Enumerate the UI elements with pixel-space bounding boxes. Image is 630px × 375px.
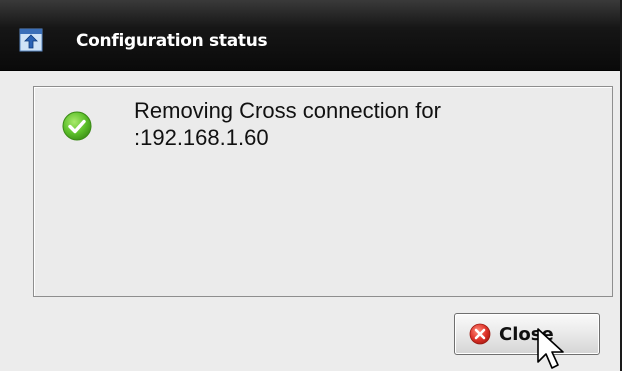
app-upload-icon [19,28,43,52]
title-bar[interactable]: Configuration status [0,0,620,71]
status-message-line-2: :192.168.1.60 [134,125,269,150]
status-message: Removing Cross connection for :192.168.1… [134,97,594,151]
window-title: Configuration status [76,31,268,51]
message-panel: Removing Cross connection for :192.168.1… [33,86,613,297]
success-check-icon [60,109,94,143]
close-button[interactable]: Close [454,313,600,355]
status-message-line-1: Removing Cross connection for [134,98,441,123]
close-button-label: Close [499,324,554,345]
configuration-status-dialog: Configuration status Removing Cross conn… [0,0,622,371]
close-x-icon [469,323,491,345]
